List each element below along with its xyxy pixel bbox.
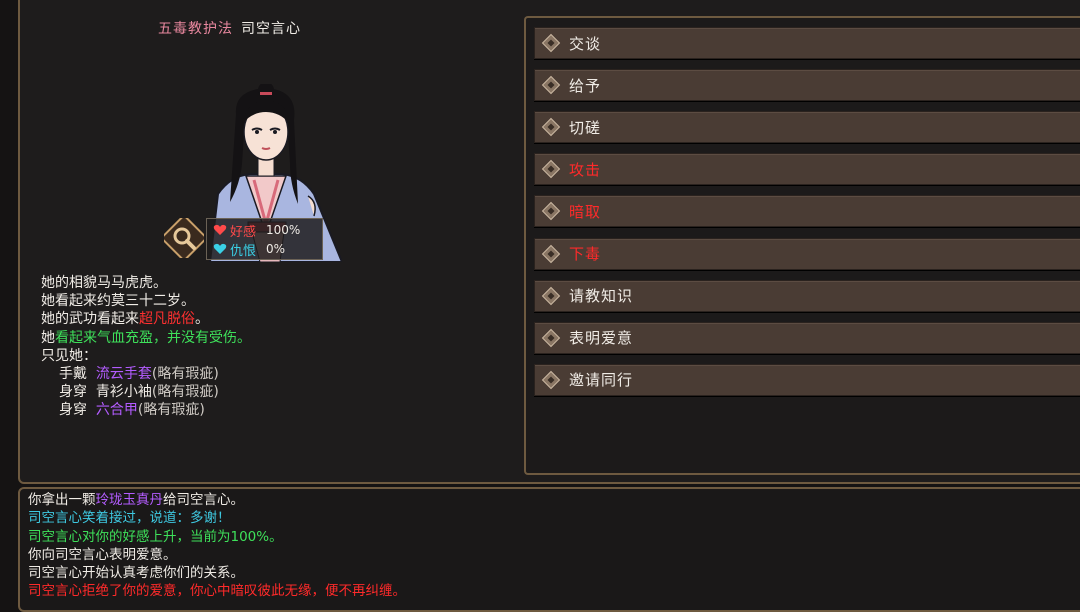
action-label: 邀请同行: [569, 371, 634, 390]
action-button-invite-travel[interactable]: 邀请同行: [534, 363, 1080, 396]
diamond-ornament-icon: [541, 33, 561, 53]
desc-equip-intro: 只见她：: [41, 347, 97, 364]
inspect-magnifier-icon[interactable]: [164, 218, 204, 258]
desc-appearance: 她的相貌马马虎虎。: [41, 275, 167, 291]
action-button-attack[interactable]: 攻击: [534, 153, 1080, 186]
equip-item[interactable]: 六合甲: [96, 402, 138, 418]
equip-verb: 身穿: [59, 384, 87, 401]
action-button-confess-love[interactable]: 表明爱意: [534, 321, 1080, 354]
diamond-ornament-icon: [541, 117, 561, 137]
npc-name: 司空言心: [241, 21, 301, 37]
desc-martial-suffix: 。: [195, 311, 209, 328]
action-button-steal[interactable]: 暗取: [534, 195, 1080, 228]
desc-martial: 她的武功看起来超凡脱俗。: [41, 310, 341, 328]
desc-martial-level: 超凡脱俗: [139, 311, 195, 328]
equip-item[interactable]: 青衫小袖: [96, 384, 152, 400]
desc-health-prefix: 她: [41, 329, 55, 346]
log-line: 司空言心笑着接过，说道：多谢！: [28, 510, 231, 527]
relation-status-box: 好感 100% 仇恨 0%: [206, 218, 323, 260]
action-label: 暗取: [569, 202, 602, 221]
favor-label: 好感: [230, 224, 257, 240]
log-line: 你拿出一颗玲珑玉真丹给司空言心。: [28, 491, 1068, 509]
desc-health-status: 看起来气血充盈，并没有受伤。: [55, 329, 251, 346]
diamond-ornament-icon: [541, 202, 561, 221]
equip-row: 手戴 流云手套(略有瑕疵): [41, 365, 341, 383]
hatred-value: 0%: [266, 242, 286, 256]
log-item-name: 玲珑玉真丹: [95, 492, 164, 508]
equip-verb: 手戴: [59, 366, 87, 383]
red-heart-icon: [213, 224, 227, 235]
action-label: 给予: [569, 76, 602, 95]
equip-quality: (略有瑕疵): [137, 402, 205, 419]
equip-verb: 身穿: [59, 402, 87, 419]
hatred-row: 仇恨 0%: [213, 240, 286, 259]
action-button-ask-knowledge[interactable]: 请教知识: [534, 279, 1080, 312]
favor-row: 好感 100%: [213, 221, 301, 240]
hatred-label: 仇恨: [230, 243, 257, 259]
message-log: 你拿出一颗玲珑玉真丹给司空言心。 司空言心笑着接过，说道：多谢！ 司空言心对你的…: [28, 491, 1068, 601]
log-line: 司空言心开始认真考虑你们的关系。: [28, 565, 244, 582]
action-label: 交谈: [569, 34, 602, 53]
blue-heart-icon: [213, 243, 227, 254]
diamond-ornament-icon: [541, 328, 561, 347]
log-line: 司空言心对你的好感上升，当前为100%。: [28, 528, 283, 545]
action-label: 切磋: [569, 118, 602, 137]
desc-health: 她看起来气血充盈，并没有受伤。: [41, 329, 341, 347]
action-button-give[interactable]: 给予: [534, 69, 1080, 102]
desc-age: 她看起来约莫三十二岁。: [41, 293, 195, 310]
action-label: 表明爱意: [569, 329, 634, 348]
equip-row: 身穿 青衫小袖(略有瑕疵): [41, 383, 341, 401]
equip-quality: (略有瑕疵): [151, 384, 219, 401]
log-line-1a: 你拿出一颗: [28, 492, 96, 508]
action-button-poison[interactable]: 下毒: [534, 237, 1080, 270]
favor-value: 100%: [266, 223, 301, 237]
diamond-ornament-icon: [541, 370, 561, 389]
action-label: 请教知识: [569, 287, 634, 306]
desc-martial-prefix: 她的武功看起来: [41, 311, 139, 328]
action-label: 攻击: [569, 160, 602, 179]
equip-item[interactable]: 流云手套: [96, 366, 152, 382]
action-button-talk[interactable]: 交谈: [534, 27, 1080, 59]
action-button-spar[interactable]: 切磋: [534, 111, 1080, 144]
npc-sect-title: 五毒教护法: [158, 21, 233, 37]
diamond-ornament-icon: [541, 244, 561, 263]
npc-description: 她的相貌马马虎虎。 她看起来约莫三十二岁。 她的武功看起来超凡脱俗。 她看起来气…: [41, 274, 341, 420]
log-line-1b: 给司空言心。: [163, 492, 244, 508]
log-line: 司空言心拒绝了你的爱意，你心中暗叹彼此无缘，便不再纠缠。: [28, 583, 406, 600]
diamond-ornament-icon: [541, 75, 561, 95]
diamond-ornament-icon: [541, 286, 561, 305]
diamond-ornament-icon: [541, 160, 561, 179]
log-line: 你向司空言心表明爱意。: [28, 546, 177, 563]
npc-title: 五毒教护法 司空言心: [158, 18, 301, 38]
action-label: 下毒: [569, 245, 602, 263]
equip-row: 身穿 六合甲(略有瑕疵): [41, 401, 341, 419]
equip-quality: (略有瑕疵): [151, 366, 219, 383]
